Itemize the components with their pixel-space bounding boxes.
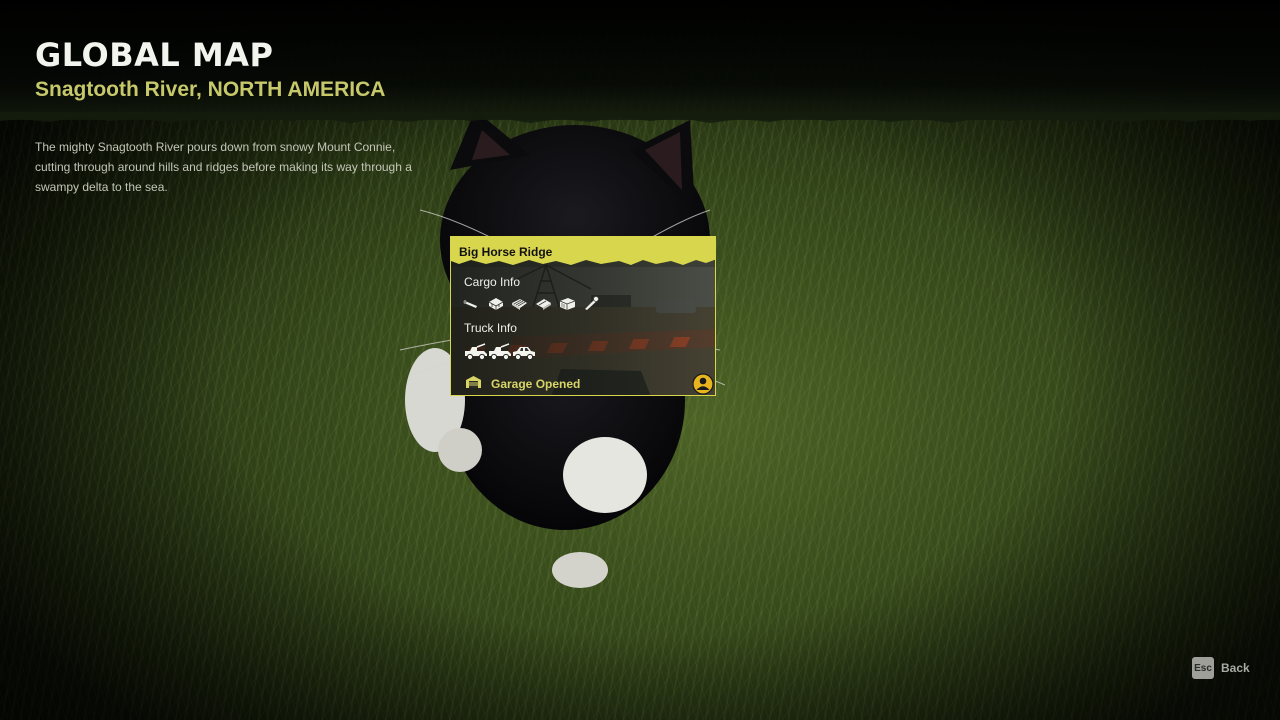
cargo-info-label: Cargo Info bbox=[464, 275, 521, 289]
page-title: GLOBAL MAP bbox=[35, 36, 274, 74]
bricks-icon bbox=[487, 295, 504, 311]
esc-key-icon: Esc bbox=[1192, 657, 1214, 679]
user-profile-icon bbox=[692, 373, 714, 395]
garage-status: Garage Opened bbox=[465, 374, 580, 393]
tow-truck-icon bbox=[488, 343, 512, 361]
pipe-icon bbox=[463, 295, 480, 311]
special-cargo-icon bbox=[583, 295, 600, 311]
tow-truck-icon bbox=[464, 343, 488, 361]
container-icon bbox=[559, 295, 576, 311]
scout-car-icon bbox=[512, 343, 536, 361]
region-subtitle: Snagtooth River, NORTH AMERICA bbox=[35, 78, 386, 101]
truck-info-label: Truck Info bbox=[464, 321, 517, 335]
header-torn-edge bbox=[0, 112, 1280, 123]
location-title: Big Horse Ridge bbox=[459, 245, 553, 259]
back-button[interactable]: Esc Back bbox=[1192, 657, 1250, 679]
truck-icons bbox=[464, 343, 536, 361]
metal-beams-icon bbox=[535, 295, 552, 311]
garage-icon bbox=[465, 374, 482, 393]
garage-status-label: Garage Opened bbox=[491, 376, 581, 391]
wooden-planks-icon bbox=[511, 295, 528, 311]
back-label: Back bbox=[1221, 661, 1250, 675]
region-description: The mighty Snagtooth River pours down fr… bbox=[35, 140, 412, 194]
cargo-icons bbox=[463, 295, 600, 311]
location-card[interactable]: Big Horse Ridge Cargo Info Truck Info Ga… bbox=[450, 236, 716, 396]
